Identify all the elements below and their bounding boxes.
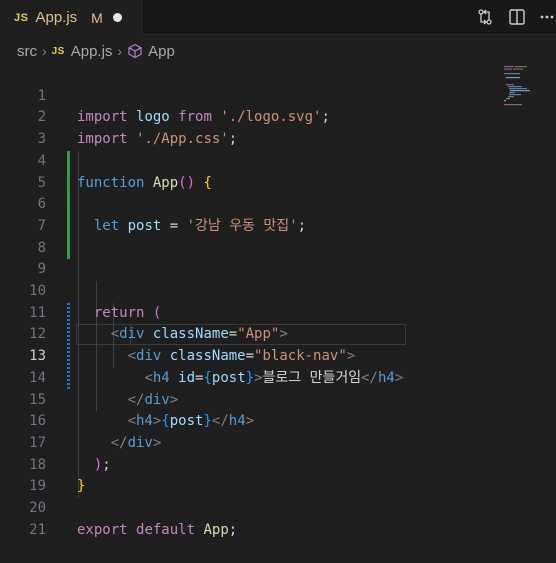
code-line: 19 (0, 455, 556, 494)
modified-badge: M (91, 9, 103, 26)
code-line: 2 import './App.css'; (0, 86, 556, 147)
code-line: 8 (0, 216, 556, 256)
code-line-active: 13 <h4 id={post}>블로그 만들거임</h4> (0, 324, 556, 386)
code-line: 21 (0, 498, 556, 538)
breadcrumb-file[interactable]: JS App.js (52, 43, 113, 60)
more-actions-icon[interactable] (538, 8, 556, 26)
breadcrumb: src › JS App.js › App (0, 38, 556, 64)
code-line: 14 </div> (0, 346, 556, 408)
breadcrumb-symbol[interactable]: App (127, 43, 175, 60)
unsaved-dot-icon[interactable] (112, 13, 122, 22)
code-line: 18 } (0, 433, 556, 495)
code-token: ; (228, 521, 238, 538)
chevron-right-icon: › (117, 43, 123, 59)
code-line: 7 (0, 194, 556, 234)
breadcrumb-symbol-label: App (148, 42, 175, 60)
tab-app-js[interactable]: JS App.js M (0, 0, 142, 35)
code-line: 1 import logo from './logo.svg'; (0, 64, 556, 126)
split-editor-icon[interactable] (508, 8, 526, 26)
code-line: 10 return ( (0, 259, 556, 321)
symbol-method-icon (128, 43, 142, 59)
code-token: default (136, 521, 196, 538)
tab-bar: JS App.js M (0, 0, 556, 35)
tab-title: App.js (35, 9, 78, 26)
code-token: App (203, 521, 229, 538)
code-line: 11 <div className="App"> (0, 281, 556, 343)
breadcrumb-folder[interactable]: src (17, 43, 37, 60)
javascript-file-icon: JS (14, 11, 29, 24)
code-line: 3 (0, 107, 556, 147)
code-line: 20 export default App; (0, 476, 556, 538)
code-line: 6 let post = '강남 우동 맛집'; (0, 173, 556, 234)
code-line: 12 <div className="black-nav"> (0, 303, 556, 364)
code-line: 15 <h4>{post}</h4> (0, 368, 556, 430)
code-line: 9 (0, 238, 556, 277)
javascript-file-icon: JS (51, 45, 65, 57)
line-number: 21 (29, 521, 46, 538)
code-line: 16 </div> (0, 390, 556, 451)
chevron-right-icon: › (42, 43, 47, 59)
compare-changes-icon[interactable] (476, 8, 494, 26)
code-token: export (77, 521, 128, 538)
code-line: 17 ); (0, 411, 556, 473)
code-line: 4 function App() { (0, 129, 556, 191)
breadcrumb-file-label: App.js (70, 42, 113, 60)
code-line: 5 (0, 151, 556, 191)
code-editor[interactable]: 1 import logo from './logo.svg'; 2 impor… (0, 64, 556, 538)
